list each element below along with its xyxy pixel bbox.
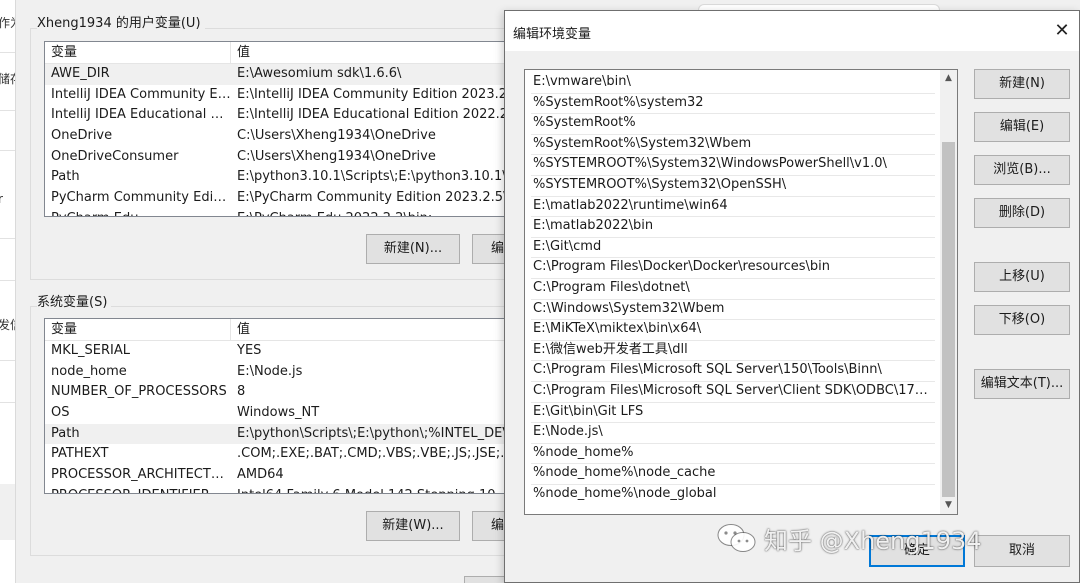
table-row[interactable]: AWE_DIR E:\Awesomium sdk\1.6.6\: [45, 64, 559, 85]
variable-name: PATHEXT: [51, 446, 109, 462]
path-list-item[interactable]: C:\Program Files\Microsoft SQL Server\15…: [531, 360, 931, 381]
variable-name: PROCESSOR_IDENTIFIER: [45, 486, 231, 493]
strip-text: r: [0, 192, 3, 206]
strip-divider: [0, 280, 15, 281]
path-list-item[interactable]: C:\Program Files\Docker\Docker\resources…: [531, 257, 931, 278]
path-list-item[interactable]: E:\vmware\bin\: [531, 72, 931, 93]
left-strip-lower: [0, 484, 16, 540]
variable-name: Path: [51, 425, 80, 441]
path-list-item[interactable]: %SYSTEMROOT%\System32\WindowsPowerShell\…: [531, 154, 931, 175]
scroll-down-arrow-icon[interactable]: ▼: [940, 497, 957, 514]
path-list[interactable]: E:\vmware\bin\ %SystemRoot%\system32 %Syst…: [524, 69, 958, 515]
path-list-item[interactable]: %node_home%\node_global: [531, 484, 931, 505]
cancel-button[interactable]: 取消: [974, 535, 1070, 567]
dialog-title: 编辑环境变量: [513, 27, 592, 42]
path-list-item[interactable]: C:\Program Files\Microsoft SQL Server\Cl…: [531, 381, 931, 402]
path-list-item[interactable]: E:\MiKTeX\miktex\bin\x64\: [531, 319, 931, 340]
variable-name: OS: [51, 405, 70, 421]
strip-text: 发信: [0, 316, 15, 333]
column-header-variable[interactable]: 变量: [45, 42, 231, 63]
table-row[interactable]: PyCharm Community Edition E:\PyCharm Comm…: [45, 188, 559, 209]
path-list-item[interactable]: E:\Node.js\: [531, 422, 931, 443]
user-variables-table[interactable]: 变量 值 AWE_DIR E:\Awesomium sdk\1.6.6\ Inte…: [44, 41, 560, 217]
variable-name: node_home: [51, 363, 127, 379]
table-header: 变量 值: [45, 42, 559, 64]
path-list-item[interactable]: C:\Windows\System32\Wbem: [531, 299, 931, 320]
edit-button[interactable]: 编辑(E): [974, 112, 1070, 142]
strip-divider: [0, 110, 15, 111]
path-list-item[interactable]: %SystemRoot%\system32: [531, 93, 931, 114]
close-icon[interactable]: ✕: [1045, 11, 1079, 51]
column-header-variable[interactable]: 变量: [45, 319, 231, 340]
table-row[interactable]: IntelliJ IDEA Educational Ed... E:\Intell…: [45, 105, 559, 126]
table-row[interactable]: PATHEXT .COM;.EXE;.BAT;.CMD;.VBS;.VBE;.JS…: [45, 444, 559, 465]
user-new-button[interactable]: 新建(N)...: [366, 234, 460, 264]
path-list-item[interactable]: E:\Git\cmd: [531, 237, 931, 258]
variable-name: AWE_DIR: [51, 66, 110, 81]
path-list-item[interactable]: E:\matlab2022\bin: [531, 216, 931, 237]
system-variables-table[interactable]: 变量 值 MKL_SERIAL YES node_home E:\Node.js N…: [44, 318, 560, 494]
variable-name: PyCharm Community Edition: [51, 190, 231, 206]
table-header: 变量 值: [45, 319, 559, 341]
strip-divider: [0, 402, 15, 403]
table-row[interactable]: node_home E:\Node.js: [45, 362, 559, 383]
move-down-button[interactable]: 下移(O): [974, 305, 1070, 335]
variable-name: NUMBER_OF_PROCESSORS: [51, 384, 227, 400]
table-row[interactable]: OneDrive C:\Users\Xheng1934\OneDrive: [45, 126, 559, 147]
variable-name: MKL_SERIAL: [51, 343, 130, 358]
strip-divider: [0, 150, 15, 151]
table-row[interactable]: OS Windows_NT: [45, 403, 559, 424]
path-list-item[interactable]: E:\matlab2022\runtime\win64: [531, 196, 931, 217]
strip-text: 作为: [0, 14, 15, 31]
variable-name: PyCharm Edu: [45, 209, 231, 216]
table-row[interactable]: PyCharm EduE:\PyCharm Edu 2022.2.2\bin;: [45, 209, 559, 216]
path-list-item[interactable]: %node_home%\node_cache: [531, 463, 931, 484]
variable-name: PROCESSOR_ARCHITECTURE: [51, 467, 231, 483]
strip-divider: [0, 360, 15, 361]
path-list-item[interactable]: %SystemRoot%\System32\Wbem: [531, 134, 931, 155]
table-row[interactable]: MKL_SERIAL YES: [45, 341, 559, 362]
browse-button[interactable]: 浏览(B)...: [974, 155, 1070, 185]
table-row[interactable]: Path E:\python\Scripts\;E:\python\;%INTEL…: [45, 423, 559, 445]
variable-name: IntelliJ IDEA Community Ed...: [51, 86, 231, 102]
path-list-item[interactable]: E:\微信web开发者工具\dll: [531, 340, 931, 361]
delete-button[interactable]: 删除(D): [974, 198, 1070, 228]
move-up-button[interactable]: 上移(U): [974, 262, 1070, 292]
path-list-item[interactable]: C:\Program Files\dotnet\: [531, 278, 931, 299]
path-list-item[interactable]: E:\Git\bin\Git LFS: [531, 402, 931, 423]
edit-text-button[interactable]: 编辑文本(T)...: [974, 369, 1070, 399]
table-row[interactable]: PROCESSOR_IDENTIFIERIntel64 Family 6 Mod…: [45, 486, 559, 493]
environment-variables-window: 作为 储存 r 发信 Xheng1934 的用户变量(U) 变量 值 AWE_D…: [0, 0, 560, 583]
variable-name: OneDrive: [51, 128, 113, 144]
user-variables-title: Xheng1934 的用户变量(U): [37, 12, 205, 31]
strip-divider: [0, 52, 15, 53]
variable-name: OneDriveConsumer: [51, 148, 179, 164]
variable-name: IntelliJ IDEA Educational Ed...: [51, 107, 231, 123]
new-button[interactable]: 新建(N): [974, 69, 1070, 99]
dialog-titlebar[interactable]: 编辑环境变量 ✕: [505, 11, 1079, 51]
table-row[interactable]: NUMBER_OF_PROCESSORS 8: [45, 382, 559, 403]
ok-button[interactable]: 确定: [869, 535, 965, 567]
table-row[interactable]: OneDriveConsumer C:\Users\Xheng1934\OneDr…: [45, 147, 559, 168]
table-row[interactable]: PROCESSOR_ARCHITECTURE AMD64: [45, 465, 559, 486]
strip-divider: [0, 238, 15, 239]
strip-text: 储存: [0, 70, 15, 87]
edit-environment-variable-dialog: 编辑环境变量 ✕ E:\vmware\bin\ %SystemRoot%\syst…: [504, 10, 1080, 583]
vertical-scrollbar[interactable]: ▲ ▼: [940, 70, 957, 514]
system-new-button[interactable]: 新建(W)...: [366, 511, 460, 541]
variable-name: Path: [51, 169, 80, 185]
scroll-up-arrow-icon[interactable]: ▲: [940, 70, 957, 87]
table-row[interactable]: Path E:\python3.10.1\Scripts\;E:\python3.…: [45, 167, 559, 188]
path-list-item[interactable]: %node_home%: [531, 443, 931, 464]
scrollbar-thumb[interactable]: [942, 142, 955, 497]
system-variables-title: 系统变量(S): [37, 291, 112, 310]
path-list-item[interactable]: %SystemRoot%: [531, 113, 931, 134]
path-list-item[interactable]: %SYSTEMROOT%\System32\OpenSSH\: [531, 175, 931, 196]
table-row[interactable]: IntelliJ IDEA Community Ed... E:\IntelliJ…: [45, 85, 559, 106]
